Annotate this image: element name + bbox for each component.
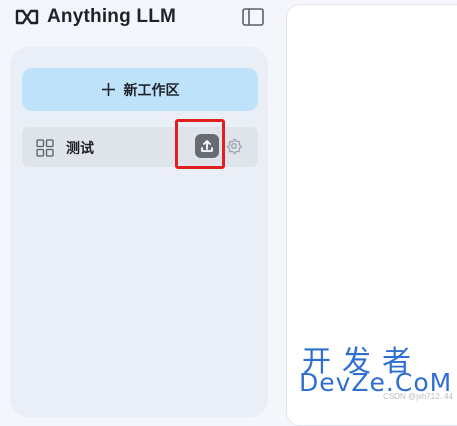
new-workspace-label: 新工作区 bbox=[123, 82, 180, 99]
brand: Anything LLM bbox=[15, 6, 176, 28]
workspace-item[interactable]: 测试 bbox=[22, 127, 258, 167]
workspace-label: 测试 bbox=[66, 141, 94, 157]
grid-icon bbox=[36, 139, 54, 157]
watermark-en-text: DevZe.CoM bbox=[299, 368, 453, 397]
new-workspace-button[interactable]: 新工作区 bbox=[22, 68, 258, 111]
anythingllm-logo-icon bbox=[15, 9, 39, 25]
brand-name: Anything LLM bbox=[47, 6, 177, 27]
upload-button[interactable] bbox=[195, 134, 219, 158]
upload-icon bbox=[201, 140, 213, 152]
sidebar-toggle-icon[interactable] bbox=[242, 8, 264, 26]
gear-icon[interactable] bbox=[226, 138, 242, 154]
plus-icon bbox=[101, 83, 115, 96]
